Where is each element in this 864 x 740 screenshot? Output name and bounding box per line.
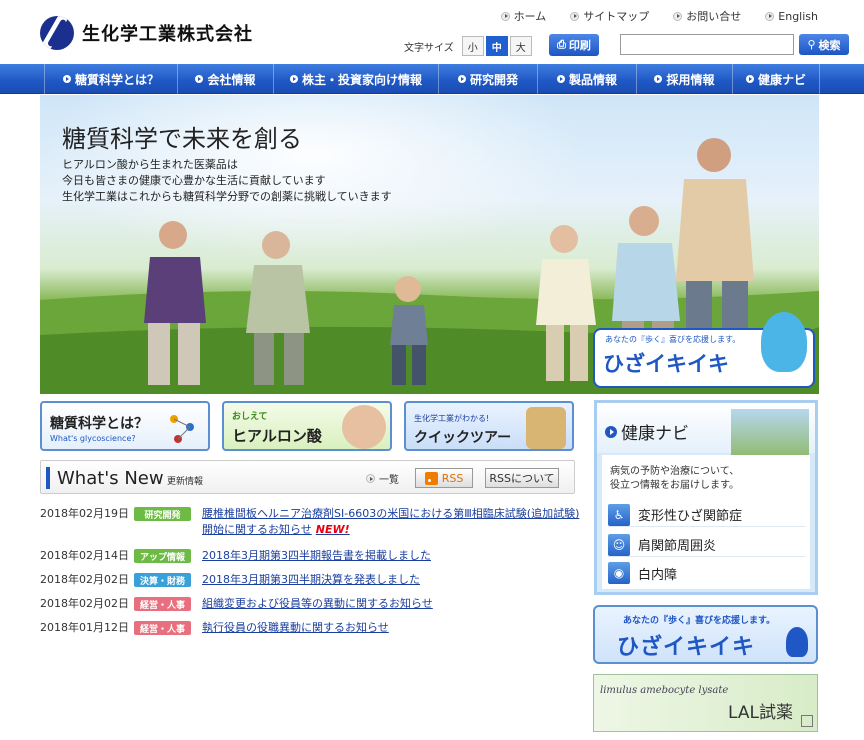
health-navi-description: 病気の予防や治療について、 役立つ情報をお届けします。 [610, 466, 740, 491]
news-category-badge: 研究開発 [134, 507, 191, 521]
nav-investors[interactable]: 株主・投資家向け情報 [273, 64, 438, 94]
search-input[interactable] [620, 34, 794, 55]
shoulder-icon: ☺ [608, 533, 630, 556]
news-date: 2018年02月19日 [40, 507, 129, 520]
nav-research[interactable]: 研究開発 [438, 64, 537, 94]
news-link[interactable]: 2018年3月期第3四半期報告書を掲載しました [202, 548, 580, 564]
hero-text: ヒアルロン酸から生まれた医薬品は 今日も皆さまの健康で心豊かな生活に貢献していま… [62, 158, 392, 203]
hiza-ikiiki-banner[interactable]: あなたの『歩く』喜びを応援します。 ひざイキイキ [593, 605, 818, 664]
arrow-bullet-icon [673, 11, 683, 21]
font-size-small-button[interactable]: 小 [461, 36, 484, 56]
banner-hyaluronic-acid[interactable]: おしえて ヒアルロン酸 [222, 401, 392, 451]
hiza-ikiiki-badge[interactable]: あなたの『歩く』喜びを応援します。 ひざイキイキ [593, 312, 815, 388]
lal-reagent-banner[interactable]: limulus amebocyte lysate LAL試薬 [593, 674, 818, 732]
arrow-bullet-icon [556, 75, 565, 83]
arrow-bullet-icon [745, 75, 754, 83]
arrow-bullet-icon [289, 75, 298, 83]
logo-mark-icon [40, 16, 74, 50]
external-link-icon [801, 715, 813, 727]
navi-item-knee[interactable]: ♿ 変形性ひざ関節症 [608, 503, 806, 527]
news-item: 2018年02月19日 研究開発 腰椎椎間板ヘルニア治療剤SI-6603の米国に… [40, 506, 580, 538]
rss-about-button[interactable]: RSSについて [485, 468, 559, 488]
navi-item-cataract[interactable]: ◉ 白内障 [608, 561, 806, 585]
new-badge: NEW! [315, 523, 350, 536]
news-item: 2018年01月12日 経営・人事 執行役員の役職異動に関するお知らせ [40, 620, 580, 636]
print-button[interactable]: ⎙ 印刷 [549, 34, 599, 56]
rss-button[interactable]: RSS [415, 468, 473, 488]
woman-photo [342, 405, 386, 449]
nav-health-navi[interactable]: 健康ナビ [732, 64, 820, 94]
hero-banner: 糖質科学で未来を創る ヒアルロン酸から生まれた医薬品は 今日も皆さまの健康で心豊… [40, 95, 819, 394]
walking-figure-icon [786, 627, 808, 657]
arrow-bullet-icon [457, 75, 466, 83]
top-links: ホーム サイトマップ お問い合せ English [500, 8, 818, 24]
news-date: 2018年02月02日 [40, 597, 129, 610]
banner-quick-tour[interactable]: 生化学工業がわかる! クイックツアー [404, 401, 574, 451]
guide-character-icon [526, 407, 566, 449]
arrow-bullet-icon [195, 75, 204, 83]
news-item: 2018年02月02日 決算・財務 2018年3月期第3四半期決算を発表しました [40, 572, 580, 588]
arrow-bullet-icon [62, 75, 71, 83]
arrow-bullet-icon [765, 11, 775, 21]
news-date: 2018年02月14日 [40, 549, 129, 562]
whats-new-subtitle: 更新情報 [167, 477, 204, 487]
health-navi-header[interactable]: 健康ナビ [597, 403, 815, 459]
nav-glycoscience[interactable]: 糖質科学とは？ [44, 64, 177, 94]
font-size-switcher: 文字サイズ 小 中 大 [404, 36, 532, 56]
news-category-badge: 経営・人事 [134, 621, 191, 635]
mascot-icon [761, 312, 807, 372]
navi-item-shoulder[interactable]: ☺ 肩関節周囲炎 [608, 533, 806, 557]
arrow-bullet-icon [605, 425, 617, 438]
rss-icon [424, 471, 438, 485]
news-date: 2018年01月12日 [40, 621, 129, 634]
eye-icon: ◉ [608, 562, 630, 584]
font-size-medium-button[interactable]: 中 [485, 36, 508, 56]
seniors-photo [731, 409, 809, 459]
logo-text: 生化学工業株式会社 [82, 24, 253, 45]
toplink-english[interactable]: English [765, 8, 818, 24]
nav-recruit[interactable]: 採用情報 [636, 64, 732, 94]
hero-title: 糖質科学で未来を創る [62, 125, 302, 153]
global-nav: 糖質科学とは？ 会社情報 株主・投資家向け情報 研究開発 製品情報 採用情報 健… [0, 64, 864, 94]
news-date: 2018年02月02日 [40, 573, 129, 586]
news-category-badge: アップ情報 [134, 549, 191, 563]
whats-new-title: What's New [57, 468, 164, 489]
whats-new-accent [46, 467, 50, 489]
printer-icon: ⎙ [557, 38, 566, 51]
font-size-large-button[interactable]: 大 [509, 36, 532, 56]
font-size-label: 文字サイズ [404, 42, 454, 54]
arrow-bullet-icon [654, 75, 663, 83]
arrow-bullet-icon [500, 11, 510, 21]
news-category-badge: 決算・財務 [134, 573, 191, 587]
news-category-badge: 経営・人事 [134, 597, 191, 611]
news-link[interactable]: 組織変更および役員等の異動に関するお知らせ [202, 596, 580, 612]
health-navi-panel: 健康ナビ 病気の予防や治療について、 役立つ情報をお届けします。 ♿ 変形性ひざ… [594, 400, 818, 595]
news-link[interactable]: 腰椎椎間板ヘルニア治療剤SI-6603の米国における第Ⅲ相臨床試験(追加試験)開… [202, 506, 580, 538]
news-item: 2018年02月14日 アップ情報 2018年3月期第3四半期報告書を掲載しまし… [40, 548, 580, 564]
news-link[interactable]: 2018年3月期第3四半期決算を発表しました [202, 572, 580, 588]
news-item: 2018年02月02日 経営・人事 組織変更および役員等の異動に関するお知らせ [40, 596, 580, 612]
toplink-sitemap[interactable]: サイトマップ [570, 8, 649, 24]
health-navi-title: 健康ナビ [621, 424, 689, 444]
search-icon: ⚲ [807, 38, 816, 51]
search-button[interactable]: ⚲ 検索 [799, 34, 849, 55]
company-logo[interactable]: 生化学工業株式会社 [40, 16, 253, 50]
molecule-icon [164, 409, 200, 447]
toplink-home[interactable]: ホーム [500, 8, 546, 24]
nav-products[interactable]: 製品情報 [537, 64, 636, 94]
news-list-link[interactable]: 一覧 [366, 471, 399, 486]
arrow-bullet-icon [570, 11, 580, 21]
knee-icon: ♿ [608, 503, 630, 526]
banner-glycoscience[interactable]: 糖質科学とは？ What's glycoscience? [40, 401, 210, 451]
toplink-contact[interactable]: お問い合せ [673, 8, 741, 24]
whats-new-header: What's New 更新情報 一覧 RSS RSSについて [40, 460, 575, 494]
news-list: 2018年02月19日 研究開発 腰椎椎間板ヘルニア治療剤SI-6603の米国に… [40, 506, 580, 644]
nav-company[interactable]: 会社情報 [177, 64, 273, 94]
arrow-bullet-icon [366, 474, 375, 483]
news-link[interactable]: 執行役員の役職異動に関するお知らせ [202, 620, 580, 636]
